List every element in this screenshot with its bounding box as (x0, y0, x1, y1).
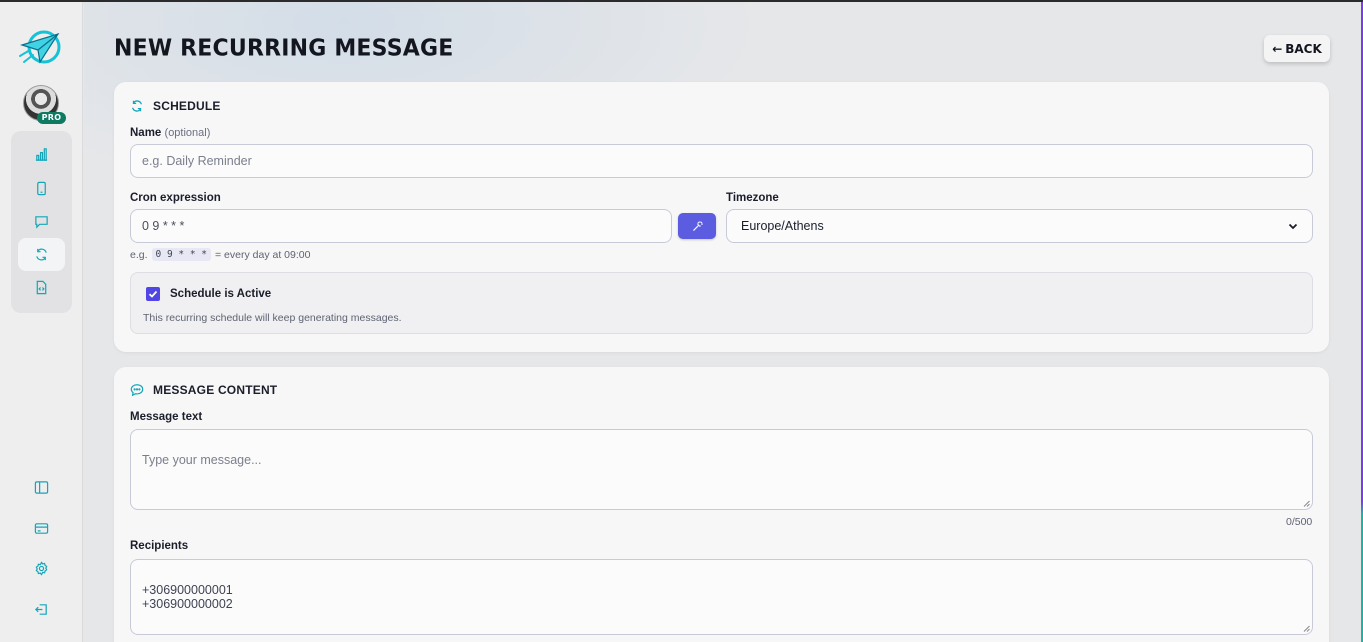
schedule-header: SCHEDULE (130, 99, 221, 113)
cron-hint-suffix: = every day at 09:00 (215, 248, 311, 261)
nav-messages[interactable] (18, 205, 65, 238)
message-label: Message text (130, 411, 203, 423)
back-label: Back (1285, 41, 1322, 56)
schedule-title: SCHEDULE (153, 99, 221, 113)
nav-devices[interactable] (18, 172, 65, 205)
back-button[interactable]: ← Back (1264, 35, 1330, 62)
active-description: This recurring schedule will keep genera… (143, 312, 402, 324)
name-label: Name (optional) (130, 127, 210, 139)
pro-badge: PRO (37, 112, 66, 124)
nav-group (11, 131, 72, 313)
checkmark-icon (148, 290, 158, 298)
file-code-icon (36, 280, 47, 295)
char-counter: 0/500 (1286, 516, 1313, 528)
page-title: New Recurring Message (114, 35, 454, 62)
app-logo[interactable] (18, 28, 64, 70)
nav-analytics[interactable] (18, 138, 65, 171)
timezone-select[interactable]: Europe/Athens (726, 209, 1313, 243)
credit-card-icon (34, 522, 49, 534)
cron-input[interactable]: 0 9 * * * (130, 209, 672, 243)
main-content: New Recurring Message ← Back SCHEDULE Na… (84, 2, 1363, 642)
cron-hint-prefix: e.g. (130, 248, 148, 261)
panel-icon (34, 480, 49, 494)
magic-wand-icon (692, 220, 703, 231)
timezone-label: Timezone (726, 192, 779, 204)
timezone-value: Europe/Athens (741, 219, 824, 233)
nav-recurring[interactable] (18, 238, 65, 271)
active-toggle-box: Schedule is Active This recurring schedu… (130, 272, 1313, 334)
toggle-sidebar-button[interactable] (26, 474, 57, 500)
refresh-icon (36, 248, 47, 261)
logout-icon (35, 603, 47, 615)
phone-icon (37, 181, 46, 196)
name-input[interactable]: e.g. Daily Reminder (130, 144, 1313, 178)
cron-label: Cron expression (130, 192, 221, 204)
content-header: MESSAGE CONTENT (130, 383, 277, 397)
content-card: MESSAGE CONTENT Message text Type your m… (114, 367, 1329, 642)
billing-button[interactable] (26, 515, 57, 541)
recipients-textarea[interactable]: +306900000001 +306900000002 (130, 559, 1313, 635)
settings-button[interactable] (26, 555, 57, 581)
resize-grip-icon[interactable] (1303, 500, 1310, 507)
settings-icon (35, 560, 48, 576)
recipients-value: +306900000001 +306900000002 (142, 583, 233, 611)
resize-grip-icon[interactable] (1303, 625, 1310, 632)
nav-templates[interactable] (18, 271, 65, 304)
active-checkbox[interactable] (146, 287, 160, 301)
schedule-card: SCHEDULE Name (optional) e.g. Daily Remi… (114, 82, 1329, 352)
sidebar: PRO (0, 2, 83, 642)
optional-note: (optional) (164, 127, 211, 139)
active-label: Schedule is Active (170, 288, 272, 300)
cron-hint: e.g. 0 9 * * * = every day at 09:00 (130, 248, 310, 261)
chat-bubble-icon (130, 384, 144, 397)
cron-builder-button[interactable] (678, 213, 716, 239)
cron-hint-code: 0 9 * * * (151, 248, 211, 261)
bar-chart-icon (35, 148, 48, 161)
message-placeholder: Type your message... (142, 453, 262, 467)
chevron-down-icon (1288, 223, 1298, 230)
logout-button[interactable] (26, 596, 57, 622)
recipients-label: Recipients (130, 540, 189, 552)
refresh-icon (131, 100, 143, 112)
message-textarea[interactable]: Type your message... (130, 429, 1313, 510)
name-label-text: Name (130, 127, 162, 139)
message-icon (35, 216, 48, 229)
arrow-left-icon: ← (1272, 41, 1283, 56)
content-title: MESSAGE CONTENT (153, 383, 278, 397)
